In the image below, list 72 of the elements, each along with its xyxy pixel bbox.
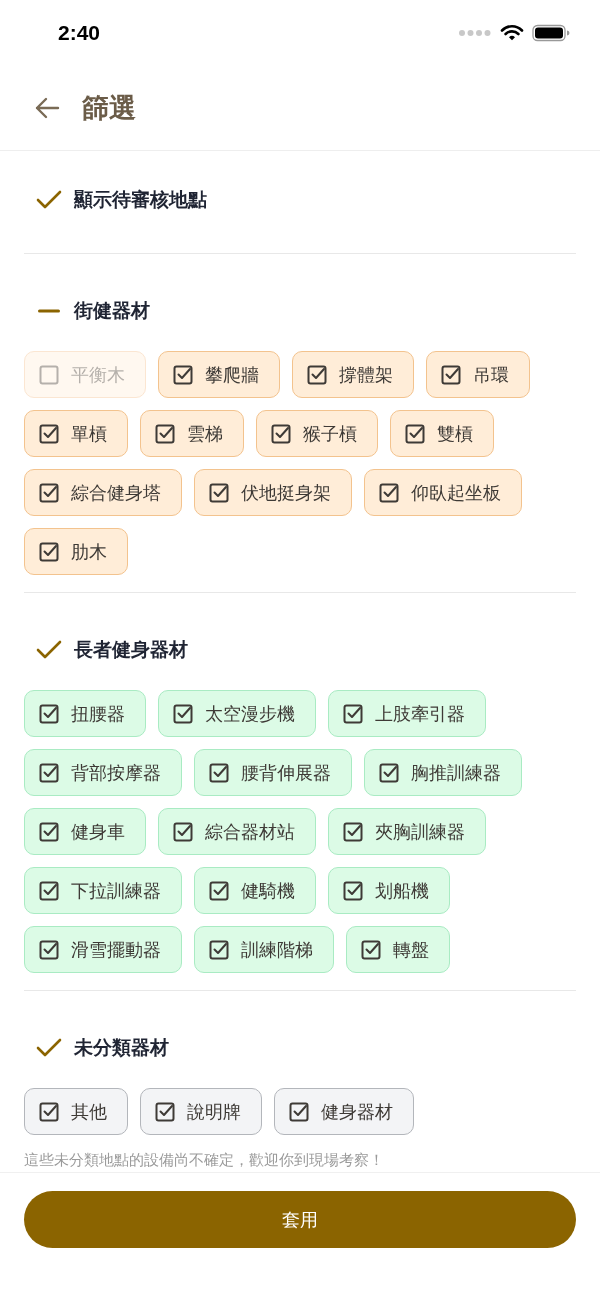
checked-box-icon [343, 821, 363, 842]
filter-chip[interactable]: 背部按摩器 [24, 749, 182, 796]
filter-chip[interactable]: 其他 [24, 1088, 128, 1135]
filter-chip[interactable]: 健身器材 [274, 1088, 414, 1135]
filter-chip[interactable]: 吊環 [426, 351, 530, 398]
checked-box-icon [405, 423, 425, 444]
pending-toggle[interactable]: 顯示待審核地點 [24, 151, 576, 254]
checked-box-icon [173, 821, 193, 842]
filter-chip[interactable]: 綜合健身塔 [24, 469, 182, 516]
checked-box-icon [39, 423, 59, 444]
check-icon [36, 190, 62, 210]
checked-box-icon [39, 762, 59, 783]
filter-chip[interactable]: 撐體架 [292, 351, 414, 398]
checked-box-icon [39, 1101, 59, 1122]
checked-box-icon [39, 541, 59, 562]
filter-chip[interactable]: 伏地挺身架 [194, 469, 352, 516]
section-toggle[interactable]: 未分類器材 [24, 1028, 177, 1068]
checked-box-icon [379, 482, 399, 503]
filter-chip[interactable]: 雲梯 [140, 410, 244, 457]
checked-box-icon [343, 703, 363, 724]
filter-chip[interactable]: 健身車 [24, 808, 146, 855]
checked-box-icon [173, 703, 193, 724]
checkbox-icon [39, 364, 59, 385]
filter-chip[interactable]: 上肢牽引器 [328, 690, 486, 737]
checked-box-icon [379, 762, 399, 783]
checked-box-icon [289, 1101, 309, 1122]
signal-icon [458, 29, 492, 37]
filter-chip[interactable]: 肋木 [24, 528, 128, 575]
section-toggle[interactable]: 街健器材 [24, 291, 158, 331]
filter-chip[interactable]: 綜合器材站 [158, 808, 316, 855]
checked-box-icon [173, 364, 193, 385]
filter-chip[interactable]: 滑雪擺動器 [24, 926, 182, 973]
checked-box-icon [209, 880, 229, 901]
filter-chip[interactable]: 胸推訓練器 [364, 749, 522, 796]
checked-box-icon [39, 939, 59, 960]
filter-chip[interactable]: 太空漫步機 [158, 690, 316, 737]
checked-box-icon [39, 821, 59, 842]
filter-chip[interactable]: 划船機 [328, 867, 450, 914]
filter-chip[interactable]: 下拉訓練器 [24, 867, 182, 914]
filter-chip[interactable]: 轉盤 [346, 926, 450, 973]
checked-box-icon [209, 762, 229, 783]
checked-box-icon [361, 939, 381, 960]
battery-icon [532, 24, 570, 42]
filter-chip[interactable]: 攀爬牆 [158, 351, 280, 398]
filter-chip[interactable]: 腰背伸展器 [194, 749, 352, 796]
filter-chip[interactable]: 健騎機 [194, 867, 316, 914]
wifi-icon [500, 24, 524, 42]
filter-chip[interactable]: 說明牌 [140, 1088, 262, 1135]
clock-time: 2:40 [58, 21, 101, 45]
filter-chip[interactable]: 雙槓 [390, 410, 494, 457]
checked-box-icon [39, 703, 59, 724]
checked-box-icon [209, 482, 229, 503]
filter-chip[interactable]: 仰臥起坐板 [364, 469, 522, 516]
filter-chip[interactable]: 扭腰器 [24, 690, 146, 737]
page-title: 篩選 [82, 91, 136, 125]
section-toggle[interactable]: 長者健身器材 [24, 630, 196, 670]
back-arrow-icon [34, 97, 60, 119]
filter-chip[interactable]: 訓練階梯 [194, 926, 334, 973]
checked-box-icon [343, 880, 363, 901]
note-text: 這些未分類地點的設備尚不確定，歡迎你到現場考察！ [24, 1150, 385, 1171]
checked-box-icon [39, 482, 59, 503]
checked-box-icon [441, 364, 461, 385]
checked-box-icon [209, 939, 229, 960]
checked-box-icon [155, 423, 175, 444]
checked-box-icon [39, 880, 59, 901]
apply-button[interactable]: 套用 [24, 1191, 576, 1248]
filter-chip[interactable]: 夾胸訓練器 [328, 808, 486, 855]
checked-box-icon [271, 423, 291, 444]
checked-box-icon [307, 364, 327, 385]
filter-chip[interactable]: 單槓 [24, 410, 128, 457]
checked-box-icon [155, 1101, 175, 1122]
filter-chip[interactable]: 猴子槓 [256, 410, 378, 457]
